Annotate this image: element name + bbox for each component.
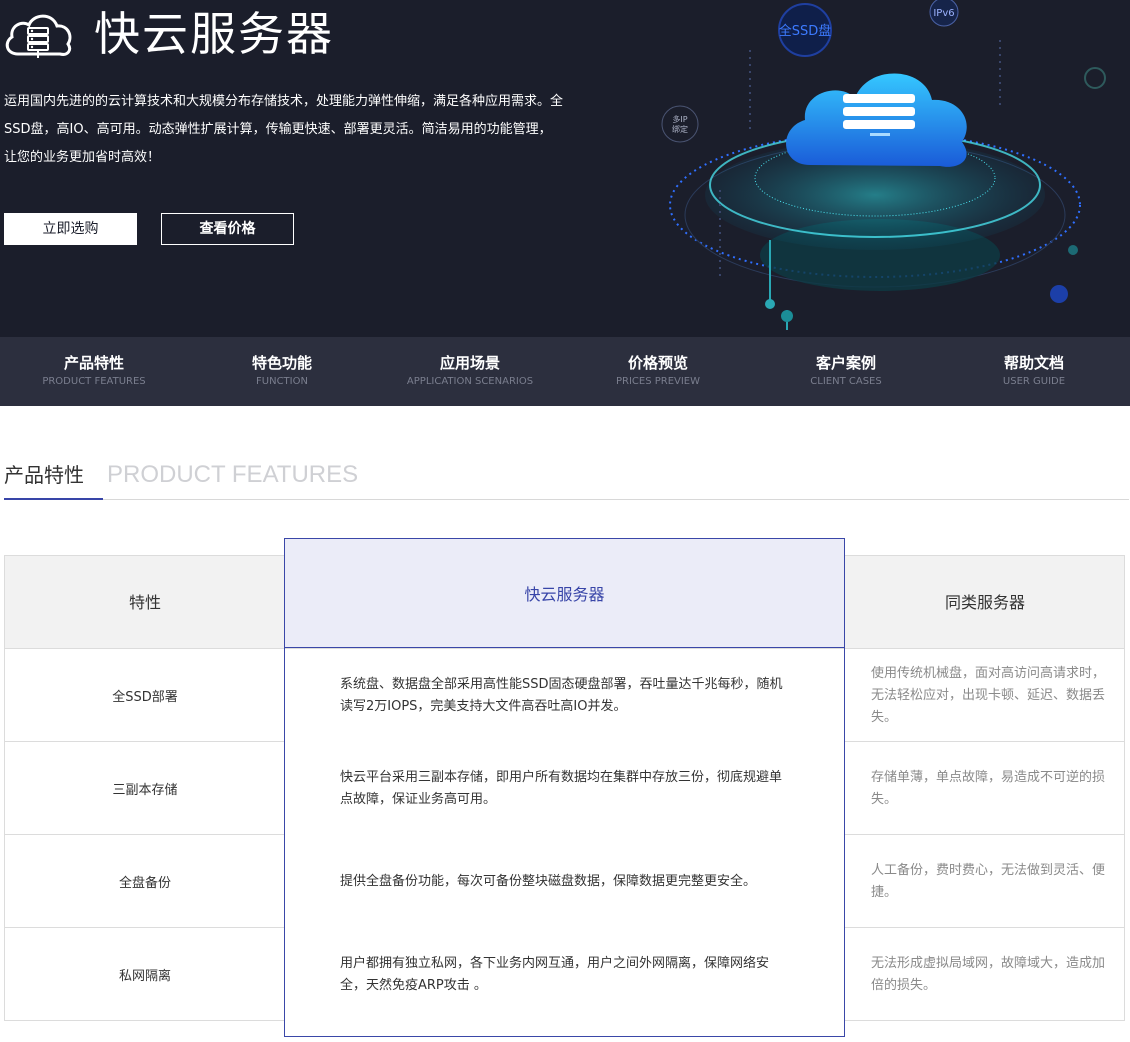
nav-label-en: APPLICATION SCENARIOS bbox=[406, 376, 534, 387]
hero-description: 运用国内先进的的云计算技术和大规模分布存储技术，处理能力弹性伸缩，满足各种应用需… bbox=[4, 94, 564, 165]
nav-application-scenarios[interactable]: 应用场景 APPLICATION SCENARIOS bbox=[376, 337, 564, 406]
ssd-label: 全SSD盘 bbox=[779, 23, 832, 39]
highlight-column: 系统盘、数据盘全部采用高性能SSD固态硬盘部署，吞吐量达千兆每秒，随机读写2万I… bbox=[285, 649, 844, 1036]
bind-label: 绑定 bbox=[672, 124, 688, 134]
nav-label-cn: 客户案例 bbox=[815, 354, 876, 372]
nav-user-guide[interactable]: 帮助文档 USER GUIDE bbox=[940, 337, 1128, 406]
section-title-cn: 产品特性 bbox=[4, 460, 103, 500]
feature-cell: 私网隔离 bbox=[118, 969, 171, 984]
hero-banner: 快云服务器 运用国内先进的的云计算技术和大规模分布存储技术，处理能力弹性伸缩，满… bbox=[0, 0, 1130, 337]
feature-cell: 全盘备份 bbox=[118, 876, 171, 891]
ours-cell: 用户都拥有独立私网，各下业务内网互通，用户之间外网隔离，保障网络安全，天然免疫A… bbox=[340, 955, 770, 993]
section-title-en: PRODUCT FEATURES bbox=[107, 461, 359, 488]
nav-label-cn: 产品特性 bbox=[63, 354, 124, 372]
section-nav: 产品特性 PRODUCT FEATURES 特色功能 FUNCTION 应用场景… bbox=[0, 337, 1130, 406]
others-cell: 存储单薄，单点故障，易造成不可逆的损失。 bbox=[871, 769, 1106, 807]
nav-label-en: PRICES PREVIEW bbox=[615, 376, 701, 387]
cloud-storage-illustration: 全SSD盘 IPv6 多IP 绑定 bbox=[661, 0, 1106, 330]
nav-label-cn: 特色功能 bbox=[251, 354, 312, 372]
nav-prices-preview[interactable]: 价格预览 PRICES PREVIEW bbox=[564, 337, 752, 406]
nav-function[interactable]: 特色功能 FUNCTION bbox=[188, 337, 376, 406]
nav-label-cn: 应用场景 bbox=[439, 354, 500, 372]
page-title: 快云服务器 bbox=[94, 7, 334, 61]
others-cell: 人工备份，费时费心，无法做到灵活、便捷。 bbox=[871, 862, 1106, 900]
nav-client-cases[interactable]: 客户案例 CLIENT CASES bbox=[752, 337, 940, 406]
ipv6-label: IPv6 bbox=[933, 8, 954, 19]
header-feature: 特性 bbox=[128, 593, 161, 612]
nav-product-features[interactable]: 产品特性 PRODUCT FEATURES bbox=[0, 337, 188, 406]
ours-cell: 快云平台采用三副本存储，即用户所有数据均在集群中存放三份，彻底规避单点故障，保证… bbox=[340, 769, 783, 807]
feature-cell: 三副本存储 bbox=[112, 783, 178, 798]
nav-label-cn: 帮助文档 bbox=[1003, 354, 1064, 372]
multi-ip-label: 多IP bbox=[672, 114, 687, 124]
buy-now-button[interactable]: 立即选购 bbox=[4, 213, 137, 245]
nav-label-cn: 价格预览 bbox=[627, 354, 688, 372]
header-others: 同类服务器 bbox=[944, 593, 1025, 612]
view-price-button[interactable]: 查看价格 bbox=[161, 213, 294, 245]
nav-label-en: PRODUCT FEATURES bbox=[42, 376, 146, 387]
header-ours: 快云服务器 bbox=[285, 539, 844, 648]
nav-label-en: CLIENT CASES bbox=[810, 376, 882, 387]
cloud-server-icon bbox=[5, 14, 72, 58]
ours-cell: 提供全盘备份功能，每次可备份整块磁盘数据，保障数据更完整更安全。 bbox=[340, 873, 757, 889]
others-cell: 无法形成虚拟局域网，故障域大，造成加倍的损失。 bbox=[871, 955, 1106, 993]
nav-label-en: USER GUIDE bbox=[1002, 376, 1066, 387]
ours-cell: 系统盘、数据盘全部采用高性能SSD固态硬盘部署，吞吐量达千兆每秒，随机读写2万I… bbox=[340, 676, 783, 714]
nav-label-en: FUNCTION bbox=[256, 376, 308, 387]
others-cell: 使用传统机械盘，面对高访问高请求时，无法轻松应对，出现卡顿、延迟、数据丢失。 bbox=[871, 665, 1106, 725]
section-heading: 产品特性 PRODUCT FEATURES bbox=[4, 460, 1129, 500]
feature-cell: 全SSD部署 bbox=[112, 690, 178, 705]
